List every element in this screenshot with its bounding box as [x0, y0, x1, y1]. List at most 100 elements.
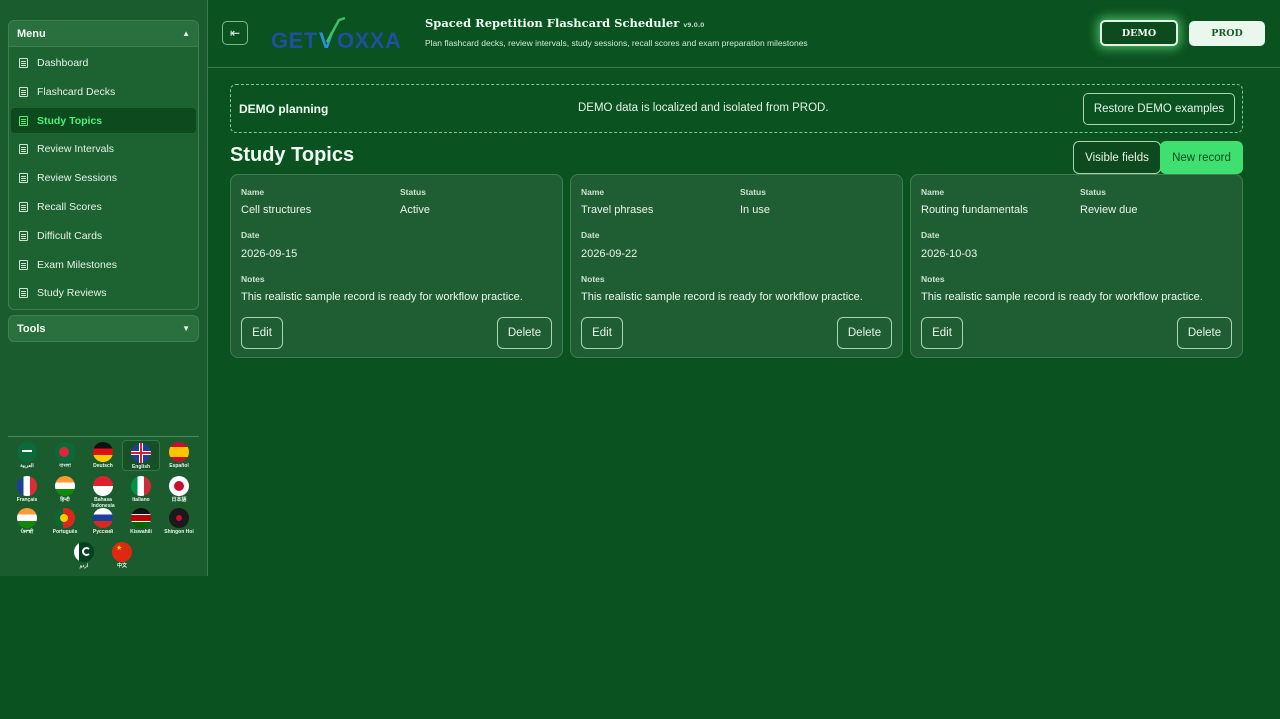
- flag-uk-icon: [131, 443, 151, 463]
- delete-button[interactable]: Delete: [837, 317, 892, 349]
- language-label: Русский: [92, 529, 114, 535]
- language-label: हिन्दी: [60, 497, 70, 503]
- language-label: Français: [16, 497, 38, 503]
- name-label: Name: [241, 187, 265, 197]
- app-title-text: Spaced Repetition Flashcard Scheduler: [425, 16, 680, 30]
- sidebar-item-recall-scores[interactable]: Recall Scores: [11, 194, 196, 219]
- record-name: Travel phrases: [581, 204, 654, 216]
- notes-label: Notes: [921, 274, 945, 284]
- flag-india-icon: [55, 476, 75, 496]
- sidebar-item-flashcard-decks[interactable]: Flashcard Decks: [11, 79, 196, 104]
- banner-message: DEMO data is localized and isolated from…: [578, 102, 829, 114]
- language-english[interactable]: English: [122, 440, 160, 471]
- record-status: Review due: [1080, 204, 1138, 216]
- tools-panel-toggle[interactable]: Tools ▼: [8, 315, 199, 342]
- notes-label: Notes: [581, 274, 605, 284]
- sidebar-item-label: Review Intervals: [37, 142, 115, 155]
- chevron-up-icon: ▲: [182, 29, 190, 38]
- document-icon: [19, 230, 28, 241]
- app-title: Spaced Repetition Flashcard Scheduler v9.…: [425, 16, 704, 30]
- language-hindi[interactable]: हिन्दी: [46, 476, 84, 503]
- language-chinese[interactable]: ★ 中文: [103, 542, 141, 569]
- sidebar-item-review-intervals[interactable]: Review Intervals: [11, 136, 196, 161]
- language-urdu[interactable]: اردو: [65, 542, 103, 569]
- collapse-sidebar-button[interactable]: ⇤: [222, 21, 248, 45]
- flag-kenya-icon: [131, 508, 151, 528]
- record-date: 2026-09-22: [581, 248, 638, 260]
- flag-bangladesh-icon: [55, 442, 75, 462]
- flag-indonesia-icon: [93, 476, 113, 496]
- record-status: In use: [740, 204, 770, 216]
- document-icon: [19, 57, 28, 68]
- language-italiano[interactable]: Italiano: [122, 476, 160, 503]
- record-card: Name Status Cell structures Active Date …: [230, 174, 563, 358]
- language-russian[interactable]: Русский: [84, 508, 122, 535]
- document-icon: [19, 172, 28, 183]
- language-deutsch[interactable]: Deutsch: [84, 442, 122, 469]
- flag-china-icon: ★: [112, 542, 132, 562]
- document-icon: [19, 287, 28, 298]
- edit-button[interactable]: Edit: [581, 317, 623, 349]
- record-notes: This realistic sample record is ready fo…: [581, 291, 863, 303]
- logo: GET V OXXA: [271, 16, 401, 53]
- language-arabic[interactable]: العربية: [8, 442, 46, 469]
- new-record-button[interactable]: New record: [1160, 141, 1243, 174]
- record-notes: This realistic sample record is ready fo…: [921, 291, 1203, 303]
- language-portugues[interactable]: Português: [46, 508, 84, 535]
- date-label: Date: [921, 230, 940, 240]
- sidebar-item-label: Dashboard: [37, 56, 89, 69]
- record-date: 2026-09-15: [241, 248, 298, 260]
- language-espanol[interactable]: Español: [160, 442, 198, 469]
- app-version: v9.0.0: [683, 22, 705, 29]
- status-label: Status: [1080, 187, 1106, 197]
- language-japanese[interactable]: 日本語: [160, 476, 198, 503]
- restore-demo-button[interactable]: Restore DEMO examples: [1083, 93, 1235, 125]
- sidebar-item-study-reviews[interactable]: Study Reviews: [11, 280, 196, 305]
- menu-header[interactable]: Menu ▲: [9, 21, 198, 47]
- flag-pakistan-icon: [74, 542, 94, 562]
- delete-button[interactable]: Delete: [1177, 317, 1232, 349]
- sidebar-item-dashboard[interactable]: Dashboard: [11, 50, 196, 75]
- flag-saudi-arabia-icon: [17, 442, 37, 462]
- language-bahasa-indonesia[interactable]: Bahasa Indonesia: [84, 476, 122, 509]
- flag-japan-icon: [169, 476, 189, 496]
- sidebar-item-study-topics[interactable]: Study Topics: [11, 108, 196, 133]
- flag-russia-icon: [93, 508, 113, 528]
- language-label: 中文: [116, 563, 127, 569]
- language-label: العربية: [20, 463, 34, 469]
- language-francais[interactable]: Français: [8, 476, 46, 503]
- collapse-icon: ⇤: [229, 26, 241, 40]
- delete-button[interactable]: Delete: [497, 317, 552, 349]
- language-bangla[interactable]: বাংলা: [46, 442, 84, 469]
- language-label: Deutsch: [93, 463, 113, 469]
- demo-mode-button[interactable]: DEMO: [1100, 20, 1178, 46]
- sidebar-item-label: Exam Milestones: [37, 258, 117, 271]
- edit-button[interactable]: Edit: [241, 317, 283, 349]
- document-icon: [19, 86, 28, 97]
- sidebar-item-difficult-cards[interactable]: Difficult Cards: [11, 223, 196, 248]
- emblem-icon: [169, 508, 189, 528]
- document-icon: [19, 201, 28, 212]
- language-label: اردو: [79, 563, 89, 569]
- language-punjabi[interactable]: ਪੰਜਾਬੀ: [8, 508, 46, 535]
- language-kiswahili[interactable]: Kiswahili: [122, 508, 160, 535]
- visible-fields-button[interactable]: Visible fields: [1073, 141, 1161, 174]
- name-label: Name: [921, 187, 945, 197]
- page-title: Study Topics: [230, 144, 355, 166]
- sidebar-item-label: Review Sessions: [37, 171, 117, 184]
- language-shingon-hoi[interactable]: Shingon Hoi: [160, 508, 198, 535]
- notes-label: Notes: [241, 274, 265, 284]
- record-notes: This realistic sample record is ready fo…: [241, 291, 523, 303]
- language-label: 日本語: [171, 497, 187, 503]
- sidebar-item-label: Flashcard Decks: [37, 85, 116, 98]
- language-label: Español: [169, 463, 189, 469]
- sidebar-item-review-sessions[interactable]: Review Sessions: [11, 165, 196, 190]
- prod-mode-button[interactable]: PROD: [1189, 21, 1265, 46]
- divider: [8, 436, 199, 437]
- sidebar-item-exam-milestones[interactable]: Exam Milestones: [11, 252, 196, 277]
- sidebar-item-label: Recall Scores: [37, 200, 102, 213]
- sidebar-item-label: Study Reviews: [37, 286, 107, 299]
- record-date: 2026-10-03: [921, 248, 978, 260]
- sidebar: Menu ▲ Dashboard Flashcard Decks Study T…: [0, 0, 208, 576]
- edit-button[interactable]: Edit: [921, 317, 963, 349]
